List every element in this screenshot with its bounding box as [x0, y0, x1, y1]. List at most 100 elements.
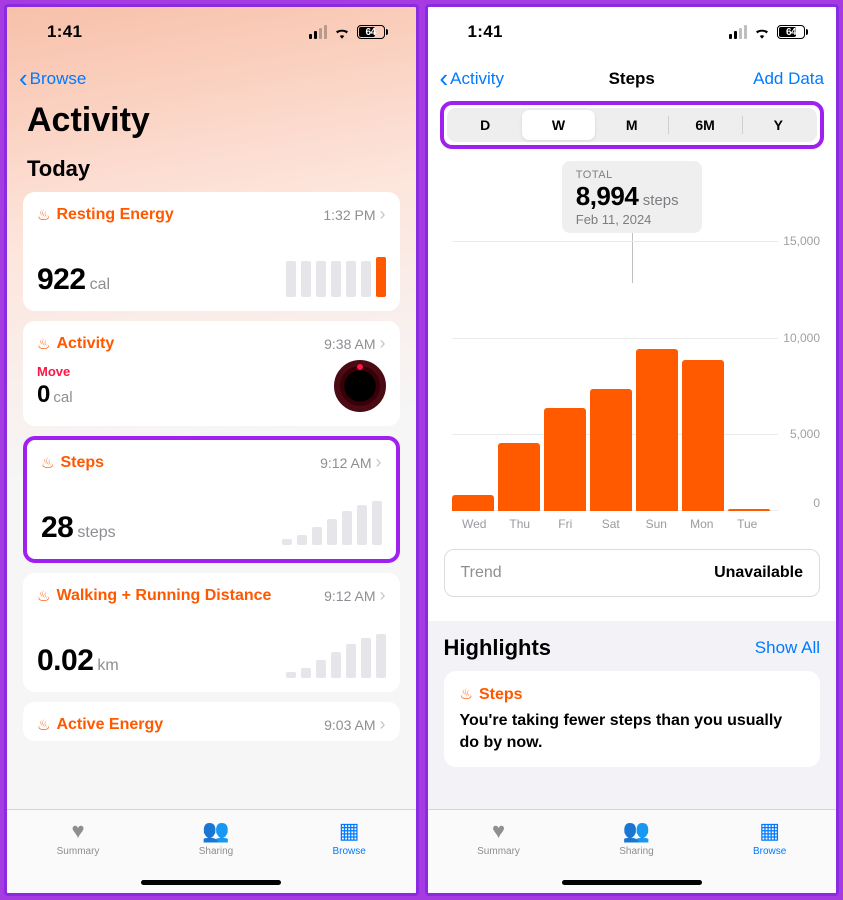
trend-card[interactable]: Trend Unavailable: [444, 549, 821, 597]
card-time: 9:03 AM: [324, 717, 375, 733]
wifi-icon: [753, 25, 771, 39]
card-active-energy[interactable]: ♨︎ Active Energy 9:03 AM ›: [23, 702, 400, 741]
y-tick: 5,000: [790, 427, 820, 441]
card-resting-energy[interactable]: ♨︎ Resting Energy 1:32 PM › 922cal: [23, 192, 400, 311]
chart-bar[interactable]: [452, 495, 494, 511]
activity-screen: 1:41 64 ‹ Browse Activity Today ♨︎ Resti…: [4, 4, 419, 896]
chart-tooltip: TOTAL 8,994 steps Feb 11, 2024: [562, 161, 702, 233]
nav-title: Steps: [428, 69, 837, 89]
highlight-card[interactable]: ♨︎Steps You're taking fewer steps than y…: [444, 671, 821, 767]
segment-y[interactable]: Y: [742, 110, 815, 140]
show-all-link[interactable]: Show All: [755, 638, 820, 658]
steps-chart[interactable]: 15,000 10,000 5,000 0 WedThuFriSatSunMon…: [428, 241, 837, 531]
highlight-text: You're taking fewer steps than you usual…: [460, 710, 805, 753]
chart-bar[interactable]: [636, 349, 678, 511]
card-activity[interactable]: ♨︎ Activity 9:38 AM › Move 0cal: [23, 321, 400, 426]
chevron-right-icon: ›: [380, 333, 386, 354]
activity-ring-icon: [334, 360, 386, 412]
x-tick: Sun: [634, 517, 680, 531]
card-time: 9:12 AM: [324, 588, 375, 604]
card-title: Steps: [60, 454, 104, 472]
x-tick: Thu: [497, 517, 543, 531]
card-time: 9:38 AM: [324, 336, 375, 352]
flame-icon: ♨︎: [460, 686, 473, 703]
status-icons: 64: [729, 25, 808, 39]
nav-bar: ‹ Browse: [7, 57, 416, 101]
back-button[interactable]: Browse: [30, 69, 87, 89]
signal-icon: [729, 25, 747, 39]
chart-bar[interactable]: [682, 360, 724, 511]
chevron-right-icon: ›: [380, 204, 386, 225]
chart-bar[interactable]: [728, 509, 770, 511]
resting-unit: cal: [90, 276, 110, 293]
status-time: 1:41: [47, 22, 82, 42]
segment-w[interactable]: W: [522, 110, 595, 140]
card-title: Activity: [56, 335, 114, 353]
tooltip-label: TOTAL: [576, 169, 688, 181]
heart-icon: ♥: [492, 818, 505, 844]
trend-label: Trend: [461, 564, 502, 582]
time-range-segment: D W M 6M Y: [447, 108, 818, 142]
card-walking-running[interactable]: ♨︎ Walking + Running Distance 9:12 AM › …: [23, 573, 400, 692]
chart-bar[interactable]: [590, 389, 632, 511]
walk-minibars: [286, 634, 386, 678]
trend-value: Unavailable: [714, 564, 803, 582]
page-title: Activity: [7, 101, 416, 148]
card-time: 9:12 AM: [320, 455, 371, 471]
home-indicator[interactable]: [141, 880, 281, 885]
flame-icon: ♨︎: [37, 716, 50, 734]
tooltip-value: 8,994: [576, 181, 639, 211]
walk-unit: km: [97, 657, 118, 674]
nav-bar: ‹ Activity Steps Add Data: [428, 57, 837, 101]
move-label: Move: [37, 364, 73, 379]
y-tick: 15,000: [783, 234, 820, 248]
y-tick: 10,000: [783, 331, 820, 345]
chevron-right-icon: ›: [380, 585, 386, 606]
segment-highlight: D W M 6M Y: [440, 101, 825, 149]
chart-bar[interactable]: [498, 443, 540, 511]
home-indicator[interactable]: [562, 880, 702, 885]
grid-icon: ▦: [759, 818, 780, 844]
card-steps[interactable]: ♨︎ Steps 9:12 AM › 28steps: [23, 436, 400, 563]
status-bar: 1:41 64: [7, 7, 416, 57]
back-chevron-icon[interactable]: ‹: [19, 63, 28, 94]
chevron-right-icon: ›: [380, 714, 386, 735]
battery-icon: 64: [357, 25, 388, 39]
flame-icon: ♨︎: [37, 587, 50, 605]
walk-value: 0.02: [37, 644, 93, 677]
x-tick: Sat: [588, 517, 634, 531]
people-icon: 👥: [202, 818, 229, 844]
status-time: 1:41: [468, 22, 503, 42]
tab-browse[interactable]: ▦Browse: [332, 818, 365, 893]
grid-icon: ▦: [339, 818, 360, 844]
move-value: 0: [37, 381, 50, 408]
tab-browse[interactable]: ▦Browse: [753, 818, 786, 893]
segment-6m[interactable]: 6M: [668, 110, 741, 140]
y-tick: 0: [813, 496, 820, 510]
x-tick: Wed: [452, 517, 498, 531]
flame-icon: ♨︎: [37, 206, 50, 224]
segment-d[interactable]: D: [449, 110, 522, 140]
section-today: Today: [7, 148, 416, 192]
signal-icon: [309, 25, 327, 39]
tab-summary[interactable]: ♥Summary: [477, 818, 520, 893]
highlights-title: Highlights: [444, 635, 552, 661]
status-icons: 64: [309, 25, 388, 39]
highlights-section: Highlights Show All ♨︎Steps You're takin…: [428, 621, 837, 809]
resting-value: 922: [37, 263, 86, 296]
status-bar: 1:41 64: [428, 7, 837, 57]
people-icon: 👥: [623, 818, 650, 844]
flame-icon: ♨︎: [37, 335, 50, 353]
chart-bar[interactable]: [544, 408, 586, 511]
card-title: Walking + Running Distance: [56, 587, 271, 605]
segment-m[interactable]: M: [595, 110, 668, 140]
flame-icon: ♨︎: [41, 454, 54, 472]
wifi-icon: [333, 25, 351, 39]
tab-summary[interactable]: ♥Summary: [57, 818, 100, 893]
steps-minibars: [282, 501, 382, 545]
card-title: Resting Energy: [56, 206, 173, 224]
steps-value: 28: [41, 511, 73, 544]
move-unit: cal: [53, 389, 72, 406]
heart-icon: ♥: [72, 818, 85, 844]
steps-unit: steps: [77, 524, 115, 541]
